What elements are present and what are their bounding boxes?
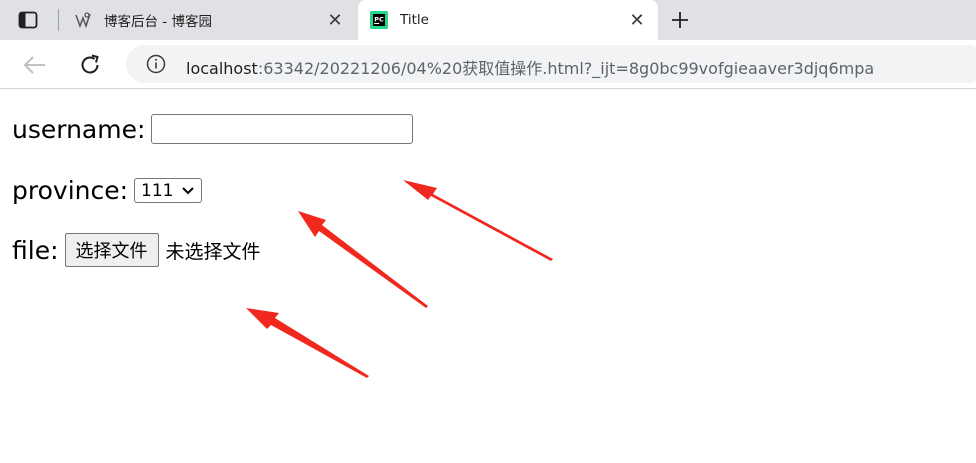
username-label: username: xyxy=(12,114,146,144)
url-host: localhost xyxy=(186,59,258,78)
close-icon[interactable]: ✕ xyxy=(626,9,648,31)
username-row: username: xyxy=(12,114,414,144)
username-input[interactable] xyxy=(151,114,414,144)
new-tab-button[interactable] xyxy=(666,6,694,34)
back-button[interactable] xyxy=(20,50,50,80)
file-row: file: 选择文件 未选择文件 xyxy=(12,233,261,267)
tab-title-page[interactable]: PC Title ✕ xyxy=(358,0,658,40)
file-status-text: 未选择文件 xyxy=(165,240,261,263)
tab-title: Title xyxy=(400,12,429,28)
province-select[interactable]: 111 xyxy=(134,178,203,203)
reload-icon xyxy=(81,54,99,74)
svg-text:PC: PC xyxy=(374,16,384,24)
close-icon[interactable]: ✕ xyxy=(324,9,346,31)
tab-separator xyxy=(58,9,59,31)
tab-cnblogs[interactable]: 博客后台 - 博客园 ✕ xyxy=(62,0,356,40)
tab-bar: 博客后台 - 博客园 ✕ PC Title ✕ xyxy=(0,0,976,40)
address-bar[interactable]: localhost:63342/20221206/04%20获取值操作.html… xyxy=(126,45,976,83)
page-content: username: province: 111 file: 选择文件 未选择文件 xyxy=(0,89,976,463)
url-path: :63342/20221206/04%20获取值操作.html?_ijt=8g0… xyxy=(257,59,875,78)
info-icon[interactable] xyxy=(146,54,166,74)
reload-button[interactable] xyxy=(75,50,105,80)
tab-title: 博客后台 - 博客园 xyxy=(104,14,212,30)
chevron-down-icon xyxy=(182,186,195,194)
sidebar-icon xyxy=(18,11,38,29)
province-label: province: xyxy=(12,176,129,205)
sidebar-toggle-button[interactable] xyxy=(14,8,42,32)
province-row: province: 111 xyxy=(12,176,203,205)
back-arrow-icon xyxy=(23,56,45,74)
url-text[interactable]: localhost:63342/20221206/04%20获取值操作.html… xyxy=(186,55,874,79)
file-label: file: xyxy=(12,235,59,265)
pycharm-favicon-icon: PC xyxy=(370,11,388,29)
browser-toolbar: localhost:63342/20221206/04%20获取值操作.html… xyxy=(0,40,976,89)
province-selected-value: 111 xyxy=(141,180,174,201)
choose-file-button[interactable]: 选择文件 xyxy=(64,233,159,267)
cnblogs-favicon-icon xyxy=(74,11,92,29)
plus-icon xyxy=(672,12,688,28)
